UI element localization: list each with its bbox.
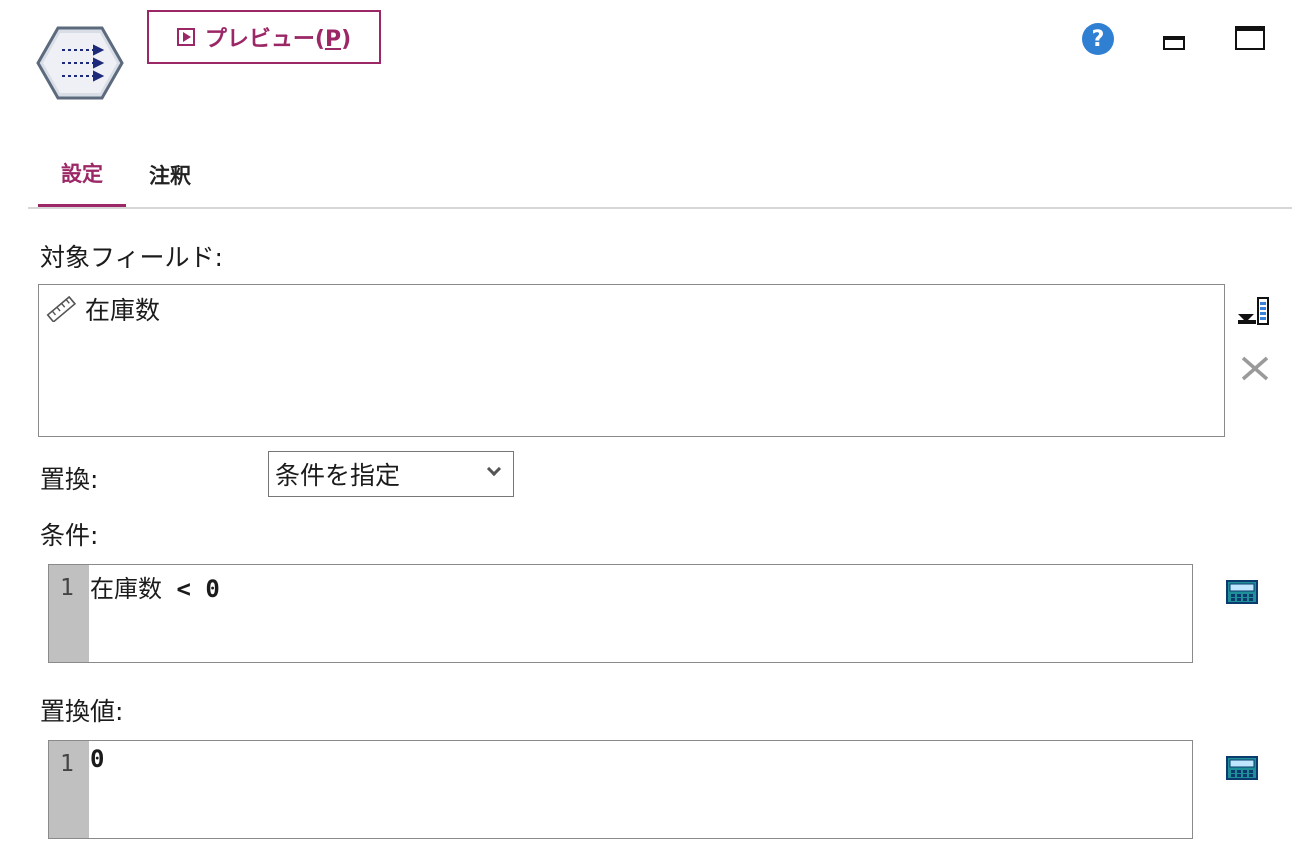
condition-editor[interactable]: 1 在庫数 < 0: [48, 564, 1193, 663]
condition-code: 在庫数 < 0: [90, 575, 220, 603]
field-picker-icon[interactable]: [1236, 296, 1272, 328]
preview-label: プレビュー(P): [204, 27, 352, 52]
maximize-icon[interactable]: [1235, 26, 1265, 50]
line-number: 1: [60, 751, 74, 777]
tab-settings[interactable]: 設定: [38, 156, 126, 208]
expression-builder-icon[interactable]: [1226, 580, 1258, 604]
replace-selected-value: 条件を指定: [275, 461, 401, 490]
line-number: 1: [60, 575, 74, 601]
tab-annotation[interactable]: 注釈: [126, 160, 214, 208]
chevron-down-icon: [486, 461, 502, 477]
replace-label: 置換:: [40, 465, 99, 494]
target-fields-label: 対象フィールド:: [40, 243, 223, 272]
replace-value-editor[interactable]: 1 0: [48, 740, 1193, 839]
field-name: 在庫数: [85, 296, 161, 325]
close-icon[interactable]: [1240, 353, 1270, 383]
replace-value-label: 置換値:: [40, 697, 124, 726]
replace-value-code: 0: [90, 745, 105, 773]
minimize-icon[interactable]: [1163, 36, 1185, 50]
ruler-icon: [46, 296, 77, 322]
list-item[interactable]: 在庫数: [45, 291, 160, 327]
tabs-divider: [28, 207, 1292, 209]
target-fields-list[interactable]: 在庫数: [38, 284, 1225, 437]
condition-label: 条件:: [40, 521, 99, 550]
replace-select[interactable]: 条件を指定: [268, 451, 514, 497]
help-icon[interactable]: ?: [1082, 23, 1114, 55]
expression-builder-icon[interactable]: [1226, 756, 1258, 780]
filler-node-icon: [36, 26, 124, 100]
play-icon: [176, 28, 195, 46]
preview-button[interactable]: プレビュー(P): [147, 10, 381, 64]
